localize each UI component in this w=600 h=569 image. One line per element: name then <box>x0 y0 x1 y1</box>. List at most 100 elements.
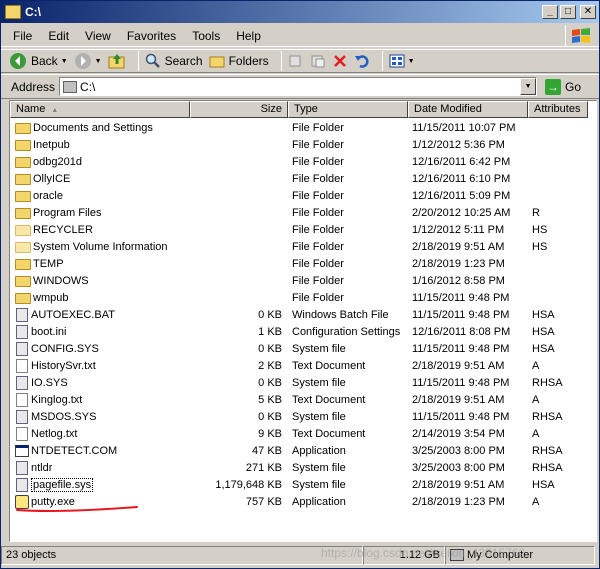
file-type: File Folder <box>292 138 344 151</box>
folder-icon <box>5 5 21 19</box>
file-name-cell[interactable]: System Volume Information <box>10 240 190 253</box>
menu-edit[interactable]: Edit <box>40 29 77 43</box>
file-row[interactable]: boot.ini 1 KB Configuration Settings 12/16/… <box>10 323 596 340</box>
close-button[interactable]: ✕ <box>580 5 596 19</box>
search-button[interactable]: Search <box>145 53 203 69</box>
folder-icon <box>15 293 31 304</box>
folder-icon <box>15 123 31 134</box>
file-name-cell[interactable]: wmpub <box>10 291 190 304</box>
minimize-button[interactable]: _ <box>542 5 558 19</box>
file-name-cell[interactable]: Inetpub <box>10 138 190 151</box>
file-size: 0 KB <box>258 410 282 423</box>
delete-button[interactable] <box>332 53 348 69</box>
file-name-cell[interactable]: Program Files <box>10 206 190 219</box>
file-name-cell[interactable]: NTDETECT.COM <box>10 444 190 457</box>
toolbar-separator <box>381 51 383 71</box>
file-date-modified: 2/18/2019 1:23 PM <box>412 257 505 270</box>
search-label: Search <box>164 54 203 68</box>
folders-button[interactable]: Folders <box>209 53 269 69</box>
address-input[interactable]: C:\ ▼ <box>59 77 538 96</box>
column-header-date[interactable]: Date Modified <box>408 101 528 118</box>
file-row[interactable]: MSDOS.SYS 0 KB System file 11/15/2011 9:48 … <box>10 408 596 425</box>
file-name-cell[interactable]: RECYCLER <box>10 223 190 236</box>
undo-button[interactable] <box>354 53 370 69</box>
back-button[interactable]: Back ▼ <box>9 52 68 70</box>
file-row[interactable]: CONFIG.SYS 0 KB System file 11/15/2011 9:48… <box>10 340 596 357</box>
file-type: File Folder <box>292 189 344 202</box>
file-name: RECYCLER <box>33 223 93 236</box>
file-name-cell[interactable]: Kinglog.txt <box>10 392 190 407</box>
file-type: Application <box>292 495 346 508</box>
copy-to-button[interactable] <box>310 53 326 69</box>
file-name-cell[interactable]: pagefile.sys <box>10 477 190 492</box>
file-row[interactable]: RECYCLER File Folder 1/12/2012 5:11 PM HS <box>10 221 596 238</box>
column-header-type[interactable]: Type <box>288 101 408 118</box>
file-row[interactable]: WINDOWS File Folder 1/16/2012 8:58 PM <box>10 272 596 289</box>
column-header-attributes[interactable]: Attributes <box>528 101 588 118</box>
maximize-button[interactable]: □ <box>560 5 576 19</box>
file-row[interactable]: System Volume Information File Folder 2/18… <box>10 238 596 255</box>
file-name: Netlog.txt <box>31 427 78 440</box>
file-row[interactable]: oracle File Folder 12/16/2011 5:09 PM <box>10 187 596 204</box>
file-name-cell[interactable]: WINDOWS <box>10 274 190 287</box>
file-list[interactable]: Name ▲ Size Type Date Modified Attributes… <box>9 100 597 542</box>
forward-button[interactable]: ▼ <box>74 52 102 70</box>
file-row[interactable]: HistorySvr.txt 2 KB Text Document 2/18/2019… <box>10 357 596 374</box>
file-row[interactable]: TEMP File Folder 2/18/2019 1:23 PM <box>10 255 596 272</box>
file-name-cell[interactable]: ntldr <box>10 460 190 475</box>
menu-file[interactable]: File <box>5 29 40 43</box>
title-bar[interactable]: C:\ _ □ ✕ <box>1 1 599 23</box>
file-attributes: HSA <box>532 342 555 355</box>
file-name-cell[interactable]: oracle <box>10 189 190 202</box>
file-row[interactable]: IO.SYS 0 KB System file 11/15/2011 9:48 PM R… <box>10 374 596 391</box>
file-name-cell[interactable]: Documents and Settings <box>10 121 190 134</box>
up-folder-button[interactable] <box>108 52 126 70</box>
file-attributes: A <box>532 393 540 406</box>
column-attr-label: Attributes <box>534 103 581 115</box>
file-row[interactable]: NTDETECT.COM 47 KB Application 3/25/2003 8:… <box>10 442 596 459</box>
file-date-modified: 2/20/2012 10:25 AM <box>412 206 511 219</box>
file-name-cell[interactable]: CONFIG.SYS <box>10 341 190 356</box>
menu-view[interactable]: View <box>77 29 119 43</box>
file-name: boot.ini <box>31 325 67 338</box>
file-date-modified: 2/18/2019 1:23 PM <box>412 495 505 508</box>
file-row[interactable]: odbg201d File Folder 12/16/2011 6:42 PM <box>10 153 596 170</box>
file-name-cell[interactable]: HistorySvr.txt <box>10 358 190 373</box>
column-header-name[interactable]: Name ▲ <box>10 101 190 118</box>
file-name-cell[interactable]: AUTOEXEC.BAT <box>10 307 190 322</box>
file-size: 0 KB <box>258 342 282 355</box>
menu-tools[interactable]: Tools <box>184 29 228 43</box>
views-button[interactable]: ▼ <box>389 53 415 69</box>
file-name-cell[interactable]: IO.SYS <box>10 375 190 390</box>
file-row[interactable]: Documents and Settings File Folder 11/15/2… <box>10 119 596 136</box>
file-name-cell[interactable]: TEMP <box>10 257 190 270</box>
file-name-cell[interactable]: odbg201d <box>10 155 190 168</box>
file-row[interactable]: ntldr 271 KB System file 3/25/2003 8:00 PM R… <box>10 459 596 476</box>
file-row[interactable]: pagefile.sys 1,179,648 KB System file 2/18/… <box>10 476 596 493</box>
file-row[interactable]: OllyICE File Folder 12/16/2011 6:10 PM <box>10 170 596 187</box>
file-name-cell[interactable]: MSDOS.SYS <box>10 409 190 424</box>
file-name-cell[interactable]: Netlog.txt <box>10 426 190 441</box>
system-file-icon <box>16 324 28 339</box>
file-name: System Volume Information <box>33 240 168 253</box>
go-button[interactable]: → Go <box>545 78 581 95</box>
file-row[interactable]: Kinglog.txt 5 KB Text Document 2/18/2019 9:… <box>10 391 596 408</box>
address-dropdown-button[interactable]: ▼ <box>520 78 537 95</box>
file-name-cell[interactable]: boot.ini <box>10 324 190 339</box>
menu-favorites[interactable]: Favorites <box>119 29 184 43</box>
window-title: C:\ <box>25 5 41 19</box>
file-row[interactable]: AUTOEXEC.BAT 0 KB Windows Batch File 11/15/… <box>10 306 596 323</box>
move-to-button[interactable] <box>288 53 304 69</box>
search-icon <box>145 53 160 68</box>
explorer-window: C:\ _ □ ✕ File Edit View Favorites Tools… <box>0 0 600 569</box>
file-name-cell[interactable]: OllyICE <box>10 172 190 185</box>
file-row[interactable]: Program Files File Folder 2/20/2012 10:25 … <box>10 204 596 221</box>
file-type: Text Document <box>292 393 366 406</box>
file-row[interactable]: wmpub File Folder 11/15/2011 9:48 PM <box>10 289 596 306</box>
file-size: 47 KB <box>252 444 282 457</box>
file-row[interactable]: Inetpub File Folder 1/12/2012 5:36 PM <box>10 136 596 153</box>
column-header-size[interactable]: Size <box>190 101 288 118</box>
file-name: CONFIG.SYS <box>31 342 99 355</box>
file-row[interactable]: Netlog.txt 9 KB Text Document 2/14/2019 3:5… <box>10 425 596 442</box>
menu-help[interactable]: Help <box>228 29 269 43</box>
